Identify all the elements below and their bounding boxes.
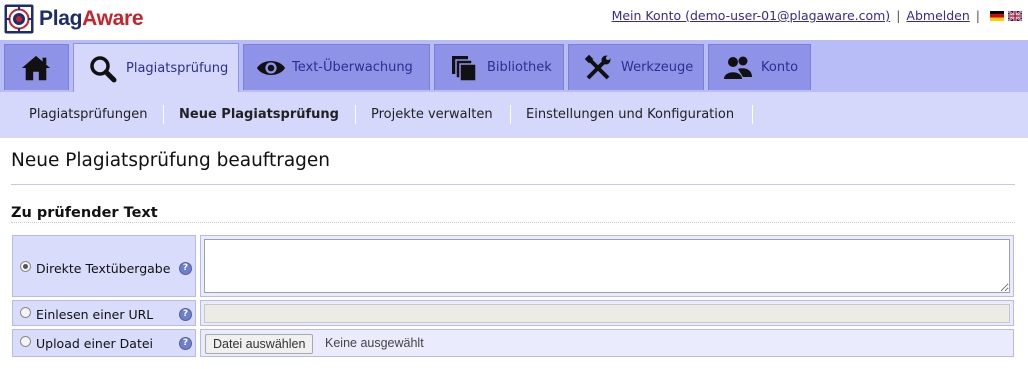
help-icon[interactable]: ? bbox=[179, 262, 192, 275]
search-icon bbox=[88, 54, 118, 84]
subnav-manage-projects[interactable]: Projekte verwalten bbox=[371, 107, 493, 122]
url-cell bbox=[200, 300, 1014, 326]
uk-flag-icon[interactable] bbox=[1008, 10, 1022, 21]
tab-library[interactable]: Bibliothek bbox=[434, 44, 564, 90]
choose-file-button[interactable]: Datei auswählen bbox=[205, 334, 314, 354]
file-status: Keine ausgewählt bbox=[325, 336, 424, 350]
tab-label: Plagiatsprüfung bbox=[126, 61, 229, 76]
users-icon bbox=[723, 53, 753, 83]
divider bbox=[11, 222, 1015, 223]
tools-icon bbox=[583, 53, 613, 83]
separator: | bbox=[975, 8, 980, 23]
de-flag-icon[interactable] bbox=[990, 10, 1004, 21]
logo-text: PlagAware bbox=[39, 7, 144, 31]
subnav-plagiarism-checks[interactable]: Plagiatsprüfungen bbox=[29, 107, 148, 122]
direct-text-label[interactable]: Direkte Textübergabe bbox=[36, 261, 170, 276]
subnav-separator bbox=[163, 105, 164, 124]
subnav-separator bbox=[355, 105, 356, 124]
tab-label: Bibliothek bbox=[487, 60, 552, 75]
tab-account[interactable]: Konto bbox=[708, 44, 811, 90]
option-file-upload[interactable]: Upload einer Datei ? bbox=[12, 329, 196, 357]
separator: | bbox=[896, 8, 901, 23]
tab-label: Text-Überwachung bbox=[292, 60, 413, 75]
form-row-url: Einlesen einer URL ? bbox=[12, 300, 1014, 326]
logo[interactable]: PlagAware bbox=[4, 4, 144, 34]
main-navigation: Plagiatsprüfung Text-Überwachung Bibliot… bbox=[0, 40, 1028, 93]
divider bbox=[11, 184, 1015, 185]
direct-text-textarea[interactable] bbox=[204, 239, 1010, 293]
top-bar: PlagAware Mein Konto (demo-user-01@plaga… bbox=[0, 0, 1028, 40]
file-upload-radio[interactable] bbox=[20, 336, 31, 347]
library-icon bbox=[449, 53, 479, 83]
tab-text-monitoring[interactable]: Text-Überwachung bbox=[243, 44, 430, 90]
subnav-separator bbox=[510, 105, 511, 124]
page-title: Neue Plagiatsprüfung beauftragen bbox=[11, 150, 331, 171]
logo-text-aware: Aware bbox=[82, 7, 144, 30]
option-url[interactable]: Einlesen einer URL ? bbox=[12, 300, 196, 326]
form-row-direct-text: Direkte Textübergabe ? bbox=[12, 235, 1014, 297]
tab-tools[interactable]: Werkzeuge bbox=[568, 44, 704, 90]
url-input[interactable] bbox=[204, 304, 1010, 323]
tab-label: Konto bbox=[761, 60, 799, 75]
help-icon[interactable]: ? bbox=[179, 337, 192, 350]
sub-navigation: Plagiatsprüfungen Neue Plagiatsprüfung P… bbox=[0, 92, 1028, 138]
file-upload-cell: Datei auswählen Keine ausgewählt bbox=[200, 329, 1014, 357]
home-icon bbox=[21, 53, 51, 83]
option-direct-text[interactable]: Direkte Textübergabe ? bbox=[12, 235, 196, 297]
file-upload-label[interactable]: Upload einer Datei bbox=[36, 336, 153, 351]
my-account-link[interactable]: Mein Konto (demo-user-01@plagaware.com) bbox=[612, 8, 891, 23]
direct-text-cell bbox=[200, 235, 1014, 297]
tab-home[interactable] bbox=[4, 44, 69, 90]
direct-text-radio[interactable] bbox=[20, 261, 31, 272]
form-row-file-upload: Upload einer Datei ? Datei auswählen Kei… bbox=[12, 329, 1014, 357]
help-icon[interactable]: ? bbox=[179, 308, 192, 321]
subnav-settings[interactable]: Einstellungen und Konfiguration bbox=[526, 107, 734, 122]
logo-text-plag: Plag bbox=[39, 7, 83, 30]
subnav-separator bbox=[752, 105, 753, 124]
url-label[interactable]: Einlesen einer URL bbox=[36, 307, 153, 322]
subnav-new-plagiarism-check[interactable]: Neue Plagiatsprüfung bbox=[179, 107, 339, 122]
section-title: Zu prüfender Text bbox=[11, 205, 158, 221]
logout-link[interactable]: Abmelden bbox=[906, 8, 969, 23]
plagaware-logo-icon bbox=[4, 4, 34, 34]
tab-label: Werkzeuge bbox=[621, 60, 694, 75]
tab-plagiarism-check[interactable]: Plagiatsprüfung bbox=[73, 43, 239, 93]
eye-icon bbox=[256, 53, 286, 83]
account-links: Mein Konto (demo-user-01@plagaware.com) … bbox=[612, 8, 1022, 23]
url-radio[interactable] bbox=[20, 307, 31, 318]
